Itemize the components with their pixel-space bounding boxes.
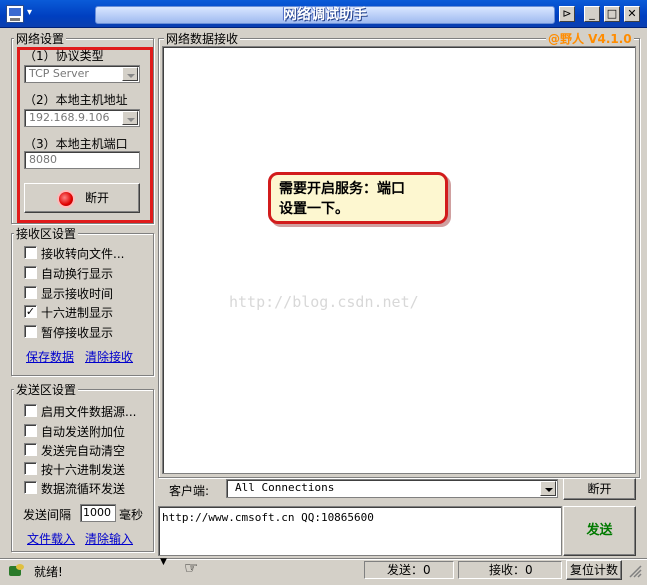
recv-option-label: 自动换行显示 [41, 267, 114, 281]
send-option-label: 按十六进制发送 [41, 463, 126, 477]
send-option-label: 数据流循环发送 [41, 482, 126, 496]
callout-line-1: 需要开启服务：端口 [279, 181, 405, 197]
disconnect-label: 断开 [85, 191, 110, 205]
minimize-button[interactable]: _ [584, 6, 600, 22]
title-bar: ▾ 网络调试助手 ⊳ _ □ ✕ [0, 0, 647, 28]
recv-option-label: 显示接收时间 [41, 287, 114, 301]
protocol-select[interactable]: TCP Server [24, 65, 140, 83]
maximize-button[interactable]: □ [604, 6, 620, 22]
host-label: （2）本地主机地址 [24, 93, 128, 107]
save-data-link[interactable]: 保存数据 [26, 348, 74, 365]
receive-panel-title: 网络数据接收 [164, 30, 241, 47]
pointing-hand-icon: ☞ [184, 558, 199, 577]
recv-option-checkbox[interactable]: ✓ [24, 305, 37, 318]
send-interval-value: 1000 [83, 506, 111, 519]
receive-textarea[interactable]: http://blog.csdn.net/ [162, 46, 636, 474]
ready-status-icon [9, 564, 25, 578]
send-option-label: 自动发送附加位 [41, 425, 126, 439]
receive-settings-title: 接收区设置 [14, 225, 79, 242]
send-option-label: 启用文件数据源... [41, 405, 137, 419]
port-label: （3）本地主机端口 [24, 137, 128, 151]
send-option-checkbox[interactable] [24, 481, 37, 494]
chevron-down-icon[interactable] [540, 481, 556, 496]
app-icon[interactable] [6, 5, 24, 23]
recv-option-checkbox[interactable] [24, 246, 37, 259]
reset-count-button[interactable]: 复位计数 [566, 560, 622, 580]
close-button[interactable]: ✕ [624, 6, 640, 22]
send-textarea[interactable]: http://www.cmsoft.cn QQ:10865600 [158, 506, 562, 556]
recv-option-checkbox[interactable] [24, 266, 37, 279]
port-value: 8080 [29, 153, 57, 166]
send-interval-input[interactable]: 1000 [80, 504, 116, 522]
client-select[interactable]: All Connections [226, 479, 558, 498]
system-menu-icon[interactable]: ▾ [27, 7, 32, 18]
client-disconnect-button[interactable]: 断开 [563, 478, 636, 500]
clear-receive-link[interactable]: 清除接收 [85, 348, 133, 365]
watermark: http://blog.csdn.net/ [229, 293, 419, 311]
port-input[interactable]: 8080 [24, 151, 140, 169]
send-option-label: 发送完自动清空 [41, 444, 126, 458]
dropdown-arrow-icon[interactable]: ▼ [160, 557, 167, 567]
ready-status-text: 就绪! [34, 565, 63, 579]
chevron-down-icon[interactable] [122, 111, 138, 125]
status-divider-light [0, 559, 647, 560]
recv-option-label: 接收转向文件... [41, 247, 125, 261]
version-label: @野人 V4.1.0 [546, 30, 634, 47]
annotation-callout: 需要开启服务：端口 设置一下。 [268, 172, 448, 224]
recv-option-label: 暂停接收显示 [41, 326, 114, 340]
host-address-select[interactable]: 192.168.9.106 [24, 109, 140, 127]
send-option-checkbox[interactable] [24, 424, 37, 437]
pin-icon[interactable]: ⊳ [559, 6, 575, 22]
send-button[interactable]: 发送 [563, 506, 636, 556]
client-value: All Connections [235, 481, 335, 494]
protocol-label: （1）协议类型 [24, 49, 104, 63]
recv-option-checkbox[interactable] [24, 325, 37, 338]
client-label: 客户端: [169, 484, 210, 498]
callout-line-2: 设置一下。 [279, 201, 349, 217]
send-interval-label: 发送间隔 [23, 508, 72, 522]
receive-count: 接收：0 [458, 561, 562, 579]
send-interval-unit: 毫秒 [119, 508, 144, 522]
network-settings-title: 网络设置 [14, 30, 67, 47]
clear-input-link[interactable]: 清除输入 [85, 530, 133, 547]
chevron-down-icon[interactable] [122, 67, 138, 81]
send-option-checkbox[interactable] [24, 443, 37, 456]
resize-grip-icon[interactable] [626, 562, 642, 578]
status-light-icon [59, 192, 73, 206]
send-settings-title: 发送区设置 [14, 381, 79, 398]
send-option-checkbox[interactable] [24, 404, 37, 417]
host-value: 192.168.9.106 [29, 111, 110, 124]
send-option-checkbox[interactable] [24, 462, 37, 475]
recv-option-label: 十六进制显示 [41, 306, 114, 320]
send-text-value: http://www.cmsoft.cn QQ:10865600 [162, 511, 374, 524]
recv-option-checkbox[interactable] [24, 286, 37, 299]
send-count: 发送：0 [364, 561, 454, 579]
file-load-link[interactable]: 文件载入 [27, 530, 75, 547]
protocol-value: TCP Server [29, 67, 89, 80]
window-title: 网络调试助手 [95, 6, 555, 24]
connect-toggle-button[interactable]: 断开 [24, 183, 140, 213]
